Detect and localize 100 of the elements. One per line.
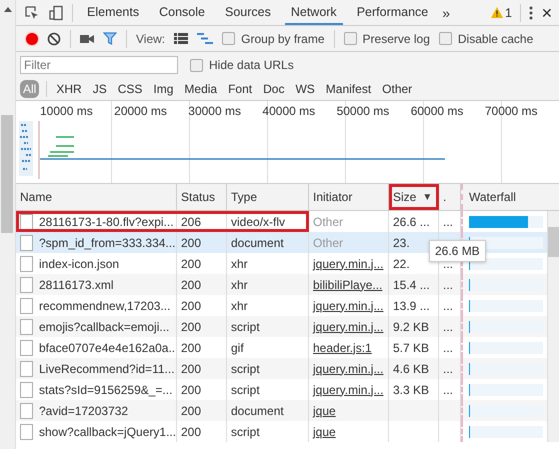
panel-tab[interactable]: Sources (218, 0, 277, 25)
type-filter[interactable]: Font (226, 80, 254, 98)
time-tick: 50000 ms (336, 104, 390, 118)
initiator-link[interactable]: jquery.min.j... (313, 298, 384, 312)
initiator-link[interactable]: bilibiliPlaye... (313, 278, 382, 292)
initiator-text: Other (313, 236, 344, 250)
request-type: xhr (231, 278, 248, 292)
status-code: 200 (181, 382, 202, 396)
column-header[interactable]: Status (177, 184, 227, 210)
option-checkbox[interactable]: Disable cache (438, 32, 534, 46)
status-code: 200 (181, 256, 202, 270)
inspect-icon[interactable] (24, 4, 40, 20)
checkbox[interactable] (438, 32, 452, 45)
close-button[interactable]: ✕ (541, 4, 559, 20)
time-tick: 40000 ms (262, 104, 316, 118)
status-code: 200 (181, 340, 202, 354)
request-name: LiveRecommend?id=11... (39, 362, 175, 376)
page-scrollbar[interactable] (0, 0, 16, 449)
request-row[interactable]: ?avid=17203732 200 document jque (16, 400, 548, 421)
request-name: ?spm_id_from=333.334... (39, 236, 176, 250)
device-icon[interactable] (48, 4, 64, 20)
status-code: 206 (181, 214, 202, 228)
initiator-link[interactable]: jquery.min.j... (313, 362, 384, 376)
status-code: 200 (181, 278, 202, 292)
request-row[interactable]: emojis?callback=emoji... 200 script jquery.min.j... 9.2 KB ... (16, 316, 548, 337)
type-filter[interactable]: Img (151, 80, 176, 98)
scrollbar-thumb[interactable] (1, 115, 13, 233)
initiator-link[interactable]: jque (313, 424, 336, 438)
initiator-link[interactable]: header.js:1 (313, 340, 372, 354)
file-icon (20, 402, 33, 418)
file-icon (20, 318, 33, 334)
request-time: ... (443, 278, 454, 292)
request-time: ... (443, 362, 454, 376)
file-icon (20, 382, 33, 398)
file-icon (20, 214, 33, 230)
file-icon (20, 298, 33, 314)
column-header[interactable]: Name (16, 184, 177, 210)
request-type: script (231, 362, 260, 376)
more-tabs[interactable]: » (442, 4, 450, 20)
type-filter[interactable]: Media (182, 80, 220, 98)
filter-icon[interactable] (103, 32, 117, 45)
request-name: stats?sId=9156259&_=... (39, 382, 172, 396)
filter-field[interactable]: Filter (20, 56, 178, 74)
type-filter[interactable]: JS (90, 80, 109, 98)
checkbox[interactable] (190, 58, 203, 72)
panel-tab[interactable]: Performance (350, 0, 434, 25)
list-view-icon[interactable] (174, 33, 188, 44)
panel-tab[interactable]: Console (153, 0, 211, 25)
clear-icon[interactable] (47, 32, 61, 46)
type-filter[interactable]: Manifest (324, 80, 374, 98)
request-size: 15.4 ... (393, 278, 430, 292)
checkbox[interactable] (344, 32, 357, 45)
initiator-link[interactable]: jquery.min.j... (313, 382, 384, 396)
initiator-link[interactable]: jquery.min.j... (313, 320, 384, 334)
request-row[interactable]: LiveRecommend?id=11... 200 script jquery.min.j... 4.6 KB ... (16, 358, 548, 379)
status-code: 200 (181, 236, 202, 250)
warning-count[interactable]: 1 (505, 6, 512, 20)
status-code: 200 (181, 362, 202, 376)
request-time: ... (443, 340, 454, 354)
more-options-icon[interactable] (529, 6, 533, 20)
request-type: script (231, 424, 260, 438)
waterfall-view-icon[interactable] (197, 33, 214, 44)
view-label: View: (136, 32, 166, 46)
request-type: document (231, 404, 284, 418)
option-checkbox[interactable]: Preserve log (344, 32, 430, 46)
scrollbar-thumb[interactable] (548, 227, 559, 257)
status-code: 200 (181, 404, 202, 418)
column-header[interactable]: Type (227, 184, 309, 210)
request-size: 5.7 KB (393, 340, 430, 354)
type-filter[interactable]: Doc (261, 80, 286, 98)
request-size: 26.6 ... (393, 214, 430, 228)
tooltip: 26.6 MB (429, 240, 486, 262)
hide-data-urls-checkbox[interactable]: Hide data URLs (190, 58, 294, 72)
request-row[interactable]: show?callback=jQuery1... 200 script jque (16, 421, 548, 442)
request-name: recommendnew,17203... (39, 298, 170, 312)
type-filter[interactable]: Other (380, 80, 414, 98)
type-filter[interactable]: WS (293, 80, 317, 98)
time-tick: 30000 ms (188, 104, 242, 118)
type-filter[interactable]: CSS (116, 80, 144, 98)
request-size: 9.2 KB (393, 320, 430, 334)
request-type: script (231, 320, 260, 334)
camera-icon[interactable] (80, 34, 94, 44)
column-header[interactable]: . (439, 184, 461, 210)
panel-tab[interactable]: Elements (81, 0, 146, 25)
request-name: ?avid=17203732 (39, 404, 128, 418)
initiator-link[interactable]: jque (313, 404, 336, 418)
option-checkbox[interactable]: Group by frame (222, 32, 325, 46)
record-button[interactable] (26, 32, 38, 44)
request-type: script (231, 382, 260, 396)
request-type: gif (231, 340, 244, 354)
column-header[interactable]: Size ▼ (389, 184, 439, 210)
initiator-text: Other (313, 214, 344, 228)
initiator-link[interactable]: jquery.min.j... (313, 256, 384, 270)
request-row[interactable]: 28116173.xml 200 xhr bilibiliPlaye... 15.4 ... ... (16, 274, 548, 295)
status-code: 200 (181, 320, 202, 334)
column-header[interactable]: Initiator (309, 184, 389, 210)
request-size: 3.3 KB (393, 382, 430, 396)
checkbox[interactable] (222, 32, 236, 45)
type-filter[interactable]: XHR (54, 80, 84, 98)
table-scrollbar[interactable] (548, 211, 559, 442)
